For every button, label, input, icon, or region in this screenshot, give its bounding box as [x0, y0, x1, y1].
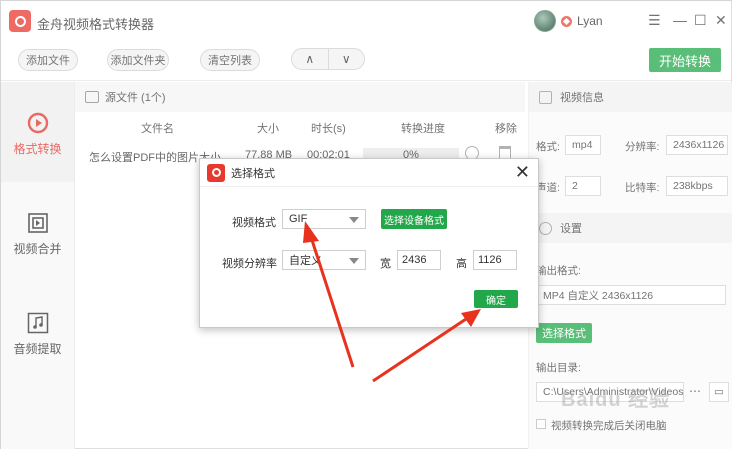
app-window: 金舟视频格式转换器 Lyan ☰ — ☐ ✕ 添加文件 添加文件夹 清空列表 ∧… — [0, 0, 732, 449]
arrow-to-format-icon — [303, 221, 355, 368]
annotation-arrows — [303, 221, 481, 383]
arrow-to-ok-icon — [372, 309, 481, 383]
watermark: Baidu 经验 — [561, 389, 671, 411]
